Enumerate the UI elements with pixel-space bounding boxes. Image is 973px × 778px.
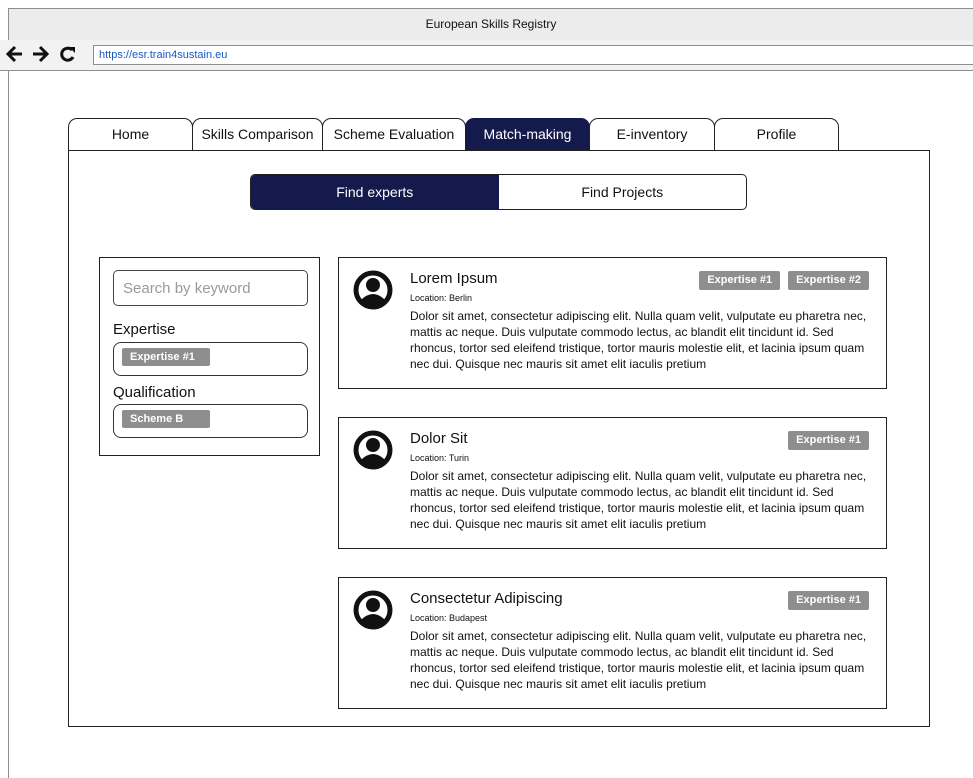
filter-panel: Expertise Expertise #1 Qualification Sch…: [99, 257, 320, 456]
find-toggle: Find experts Find Projects: [250, 174, 747, 210]
user-avatar-icon: [353, 590, 393, 630]
expert-location: Location: Budapest: [410, 613, 488, 623]
expert-location: Location: Turin: [410, 453, 470, 463]
address-bar[interactable]: https://esr.train4sustain.eu: [93, 45, 973, 65]
expert-name[interactable]: Lorem Ipsum: [410, 270, 498, 287]
expert-card[interactable]: Lorem Ipsum Location: Berlin Expertise #…: [338, 257, 887, 389]
expert-card[interactable]: Dolor Sit Location: Turin Expertise #1 D…: [338, 417, 887, 549]
expert-name[interactable]: Consectetur Adipiscing: [410, 590, 563, 607]
tab-e-inventory[interactable]: E-inventory: [589, 118, 715, 151]
qualification-filter-chip[interactable]: Scheme B: [122, 410, 210, 428]
expert-description: Dolor sit amet, consectetur adipiscing e…: [410, 309, 867, 371]
window-title: European Skills Registry: [9, 9, 973, 41]
expertise-tag: Expertise #1: [788, 591, 869, 610]
tab-skills-comparison[interactable]: Skills Comparison: [192, 118, 323, 151]
expertise-filter-chip[interactable]: Expertise #1: [122, 348, 210, 366]
browser-nav-bar: https://esr.train4sustain.eu: [0, 40, 973, 71]
expertise-tag: Expertise #2: [788, 271, 869, 290]
tab-match-making[interactable]: Match-making: [465, 118, 590, 151]
tab-scheme-evaluation[interactable]: Scheme Evaluation: [322, 118, 466, 151]
tab-home[interactable]: Home: [68, 118, 193, 151]
search-input[interactable]: [113, 270, 308, 306]
find-experts-button[interactable]: Find experts: [251, 175, 499, 209]
expert-tags: Expertise #1 Expertise #2: [699, 271, 869, 290]
expert-name[interactable]: Dolor Sit: [410, 430, 468, 447]
arrow-right-icon[interactable]: [31, 45, 50, 63]
arrow-left-icon[interactable]: [5, 45, 24, 63]
user-avatar-icon: [353, 430, 393, 470]
expert-tags: Expertise #1: [788, 431, 869, 450]
expert-description: Dolor sit amet, consectetur adipiscing e…: [410, 469, 867, 531]
user-avatar-icon: [353, 270, 393, 310]
reload-icon[interactable]: [58, 45, 78, 63]
expert-description: Dolor sit amet, consectetur adipiscing e…: [410, 629, 867, 691]
expert-location: Location: Berlin: [410, 293, 473, 303]
expert-card[interactable]: Consectetur Adipiscing Location: Budapes…: [338, 577, 887, 709]
find-projects-button[interactable]: Find Projects: [499, 175, 747, 209]
expertise-tag: Expertise #1: [699, 271, 781, 290]
expertise-tag: Expertise #1: [788, 431, 869, 450]
qualification-label: Qualification: [113, 384, 196, 401]
qualification-filter[interactable]: Scheme B: [113, 404, 308, 438]
expert-tags: Expertise #1: [788, 591, 869, 610]
tab-profile[interactable]: Profile: [714, 118, 839, 151]
expertise-label: Expertise: [113, 321, 176, 338]
expertise-filter[interactable]: Expertise #1: [113, 342, 308, 376]
